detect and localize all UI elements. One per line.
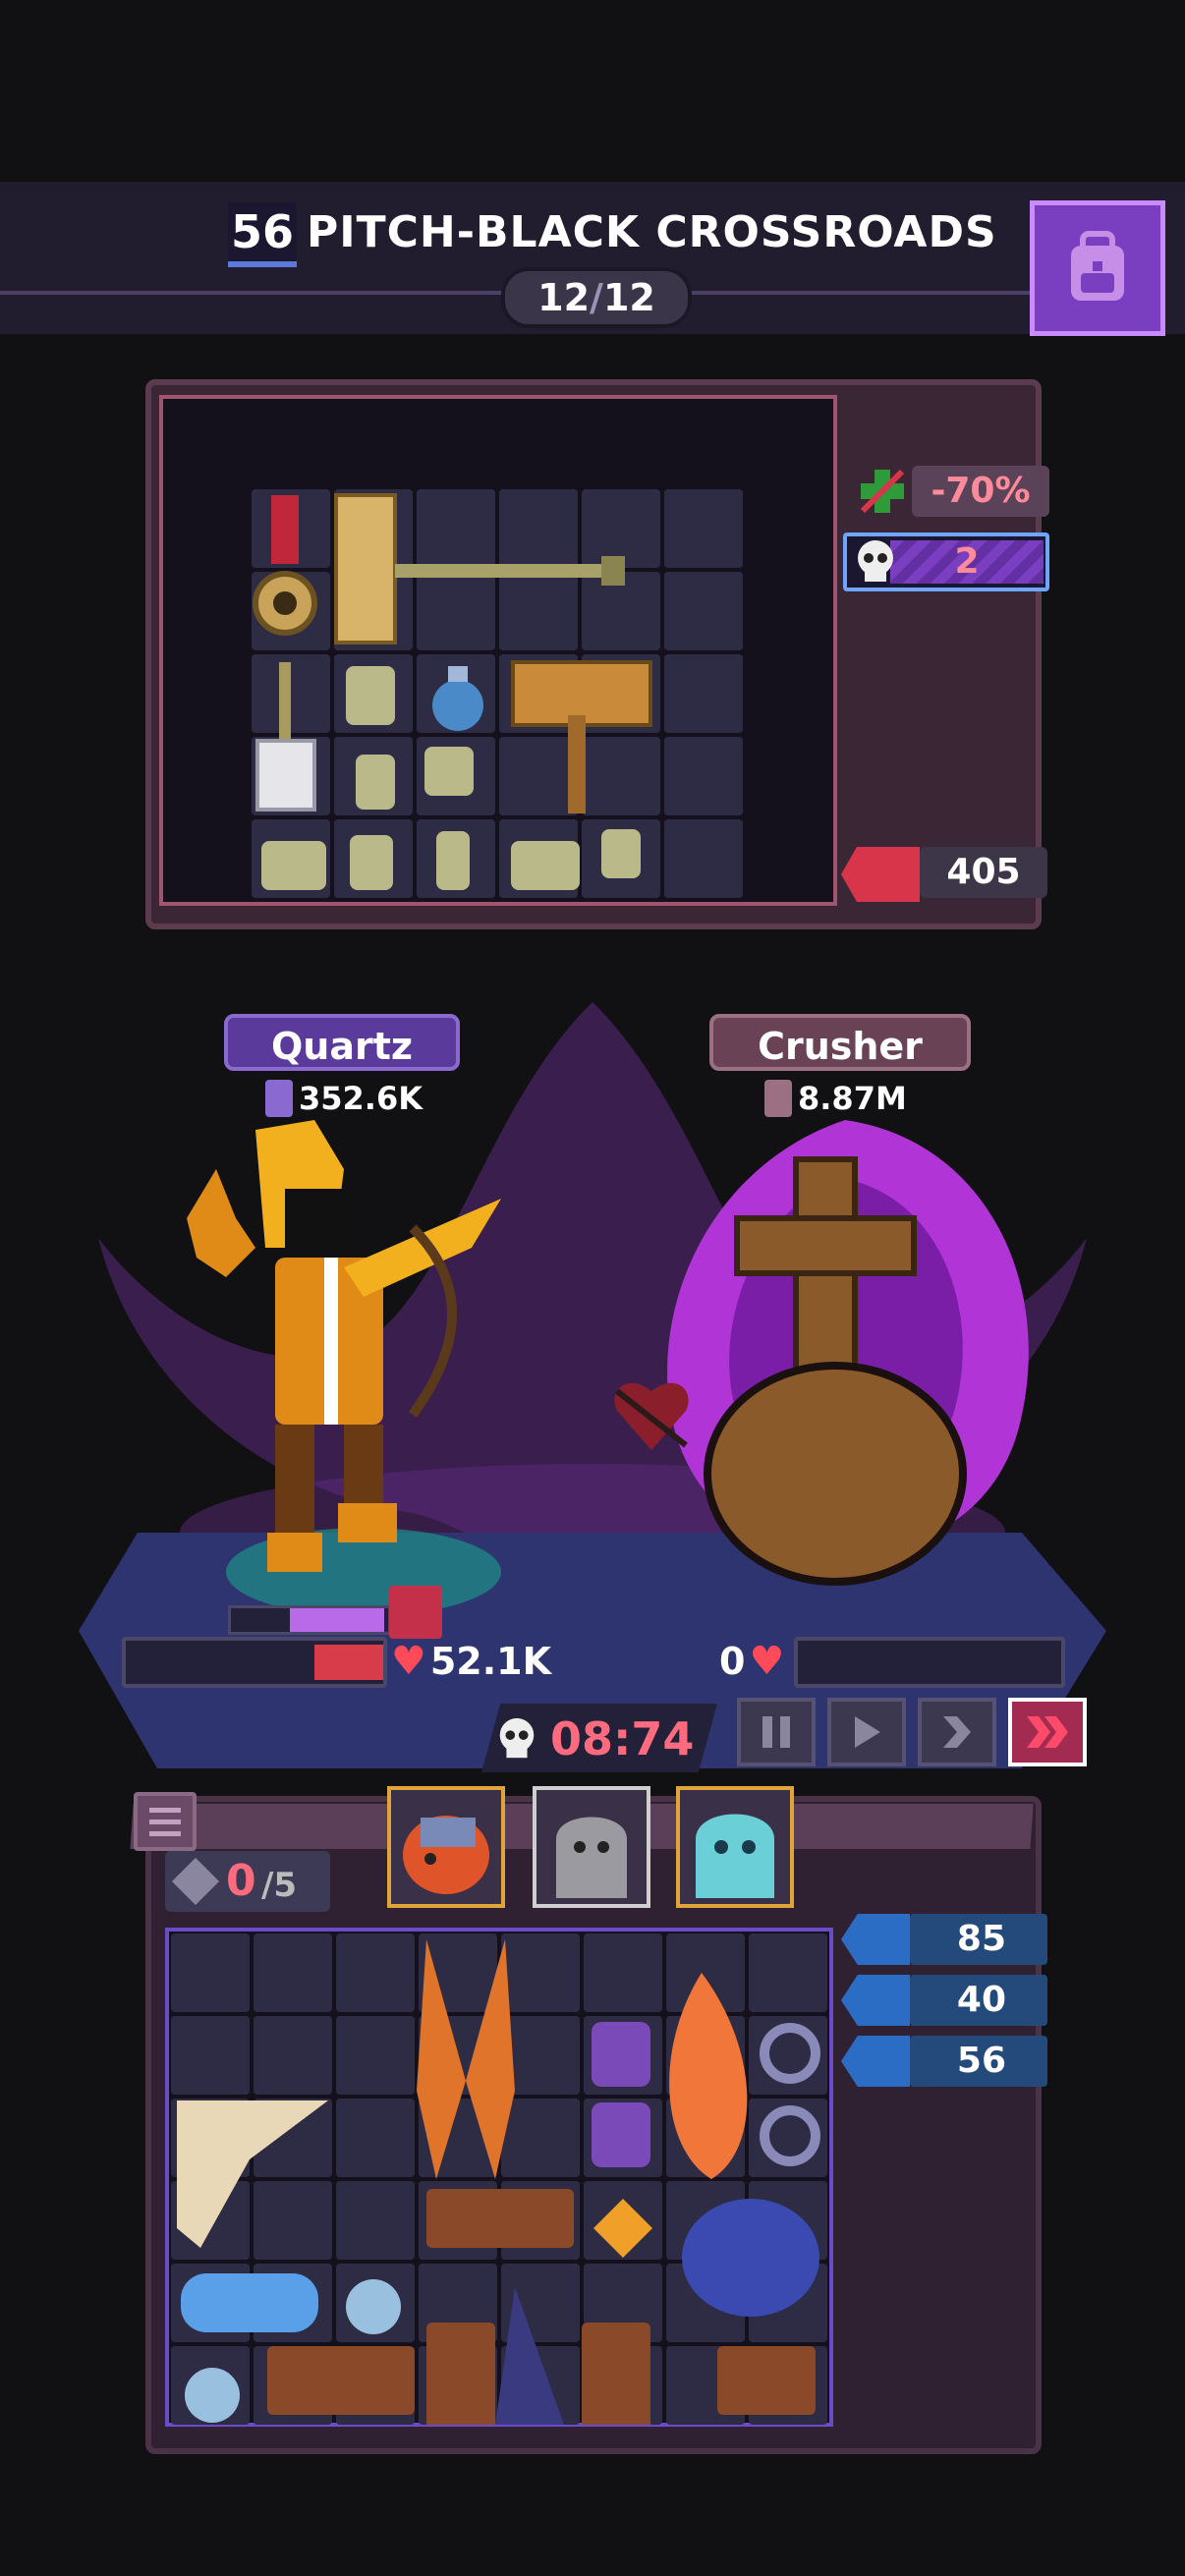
fast-forward-icon [943, 1716, 971, 1748]
ring-icon [760, 2023, 820, 2166]
rage-value: 405 [920, 847, 1047, 898]
gem-max: /5 [261, 1866, 298, 1905]
heart-icon: ♥ [749, 1639, 785, 1684]
pause-icon [762, 1716, 790, 1748]
companion-dragon[interactable] [387, 1786, 505, 1908]
backpack-icon [1071, 231, 1124, 301]
player-power-value: 352.6K [299, 1080, 423, 1117]
battle-timer: 08:74 [493, 1709, 694, 1768]
burn-status-icon [389, 1586, 442, 1639]
enemy-name: Crusher [709, 1014, 971, 1071]
stat-ladder: 85 [910, 1914, 1047, 1965]
timer-value: 08:74 [550, 1712, 695, 1765]
player-name: Quartz [224, 1014, 460, 1071]
stage-title: PITCH-BLACK CROSSROADS [307, 207, 997, 257]
fire-spirit-icon [669, 1973, 748, 2179]
hammer-icon [334, 493, 625, 644]
player-hp-value: 52.1K [429, 1640, 552, 1683]
skull-icon [499, 1717, 535, 1759]
play-icon [855, 1716, 880, 1748]
wave-counter: 12/12 [501, 267, 692, 328]
broken-heart-icon [614, 1382, 689, 1450]
damage-modifier: -70% [912, 466, 1049, 517]
companion-ghost-blue[interactable] [676, 1786, 794, 1908]
gem-icon [171, 1857, 220, 1906]
enemy-power-value: 8.87M [798, 1080, 907, 1117]
wave-total: 12 [602, 276, 655, 319]
stage-number: 56 [228, 202, 297, 267]
skull-counter: 2 [843, 532, 1049, 591]
bag-menu-button[interactable] [134, 1792, 197, 1851]
wave-current: 12 [537, 276, 591, 319]
lightning-scroll-icon [181, 2273, 318, 2332]
player-character-quartz [187, 1120, 501, 1572]
sword-icon [255, 662, 316, 812]
gem-current: 0 [226, 1856, 256, 1906]
play-button[interactable] [827, 1698, 906, 1766]
ghost-portrait-icon [556, 1817, 627, 1898]
flame-wings-icon [417, 1939, 515, 2179]
grape-icon [592, 2022, 650, 2167]
enemy-character-crusher [667, 1120, 1029, 1586]
dragon-portrait-icon [403, 1816, 489, 1894]
companion-ghost-gray[interactable] [533, 1786, 650, 1908]
player-power: 352.6K [265, 1079, 423, 1118]
player-hp-bar [122, 1637, 387, 1688]
blue-dragon-icon [682, 2199, 819, 2317]
ghost-portrait-icon [696, 1814, 774, 1898]
sword-icon [265, 1080, 293, 1117]
pause-button[interactable] [737, 1698, 816, 1766]
backpack-button[interactable] [1030, 200, 1165, 336]
wing-icon [177, 2100, 328, 2248]
player-hp: ♥ 52.1K [391, 1637, 551, 1686]
medal-icon [253, 495, 317, 636]
dark-claw-icon [495, 2287, 564, 2425]
no-heal-icon [857, 466, 908, 517]
gem-counter: 0 /5 [165, 1851, 330, 1912]
potion-icon [432, 666, 483, 731]
sword-icon [764, 1080, 792, 1117]
enemy-hp: 0 ♥ [719, 1637, 784, 1686]
bag-items[interactable] [171, 1933, 827, 2425]
fast-button[interactable] [918, 1698, 996, 1766]
stat-boot: 56 [910, 2036, 1047, 2087]
heart-icon: ♥ [391, 1639, 426, 1684]
skull-count: 2 [954, 541, 980, 582]
diamond-icon [593, 2199, 652, 2258]
stat-shield: 40 [910, 1975, 1047, 2026]
list-icon [149, 1808, 181, 1836]
player-shield-bar [228, 1605, 391, 1635]
fastest-icon [1027, 1716, 1068, 1748]
enemy-hp-bar [794, 1637, 1065, 1688]
wave-separator: / [590, 276, 603, 319]
axe-icon [511, 660, 652, 813]
enemy-power: 8.87M [764, 1079, 907, 1118]
fastest-button[interactable] [1008, 1698, 1087, 1766]
enemy-items [253, 493, 652, 890]
enemy-hp-value: 0 [719, 1640, 746, 1683]
rage-icon [841, 847, 920, 902]
